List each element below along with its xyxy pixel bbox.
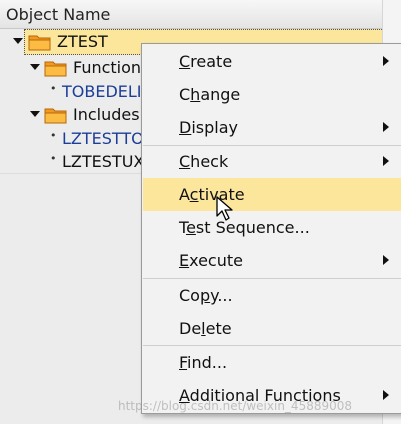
menu-item-test-sequence[interactable]: Test Sequence... — [143, 211, 401, 244]
folder-icon — [44, 108, 67, 124]
watermark-text: https://blog.csdn.net/weixin_45889008 — [118, 399, 353, 413]
menu-item-label: Check — [179, 152, 229, 171]
menu-item-activate[interactable]: Activate — [143, 178, 401, 211]
menu-item-label: Copy... — [179, 286, 233, 305]
submenu-arrow-icon — [383, 156, 389, 166]
tree-node-label: Includes — [73, 105, 140, 124]
menu-item-change[interactable]: Change — [143, 78, 401, 111]
menu-item-label: Display — [179, 118, 238, 137]
menu-item-label: Test Sequence... — [179, 218, 310, 237]
tree-column-header[interactable]: Object Name — [0, 0, 382, 29]
menu-item-label: Delete — [179, 319, 232, 338]
tree-node-label: Function — [73, 58, 142, 77]
tree-node-label: LZTESTUX — [62, 152, 145, 171]
submenu-arrow-icon — [383, 255, 389, 265]
leaf-bullet-icon: • — [50, 129, 57, 142]
tree-node-label: ZTEST — [57, 32, 108, 51]
menu-item-display[interactable]: Display — [143, 111, 401, 144]
menu-item-label: Create — [179, 52, 233, 71]
leaf-bullet-icon: • — [50, 152, 57, 165]
expand-arrow-icon[interactable] — [13, 38, 23, 44]
menu-item-delete[interactable]: Delete — [143, 312, 401, 345]
menu-item-create[interactable]: Create — [143, 45, 401, 78]
menu-item-execute[interactable]: Execute — [143, 244, 401, 277]
submenu-arrow-icon — [383, 56, 389, 66]
mouse-pointer-icon — [216, 196, 233, 221]
folder-icon — [44, 61, 67, 77]
submenu-arrow-icon — [383, 390, 389, 400]
submenu-arrow-icon — [383, 122, 389, 132]
column-header-label: Object Name — [6, 5, 111, 24]
expand-arrow-icon[interactable] — [30, 64, 40, 70]
leaf-bullet-icon: • — [50, 82, 57, 95]
menu-item-label: Change — [179, 85, 241, 104]
menu-item-copy[interactable]: Copy... — [143, 279, 401, 312]
menu-item-find[interactable]: Find... — [143, 346, 401, 379]
menu-item-check[interactable]: Check — [143, 145, 401, 178]
context-menu: Create Change Display Check Activate Tes… — [141, 43, 401, 414]
menu-item-label: Execute — [179, 251, 243, 270]
expand-arrow-icon[interactable] — [30, 111, 40, 117]
folder-icon — [28, 35, 51, 51]
tree-node-label: TOBEDELI — [62, 82, 142, 101]
tree-node-label: LZTESTTO — [62, 129, 144, 148]
menu-item-label: Find... — [179, 353, 228, 372]
